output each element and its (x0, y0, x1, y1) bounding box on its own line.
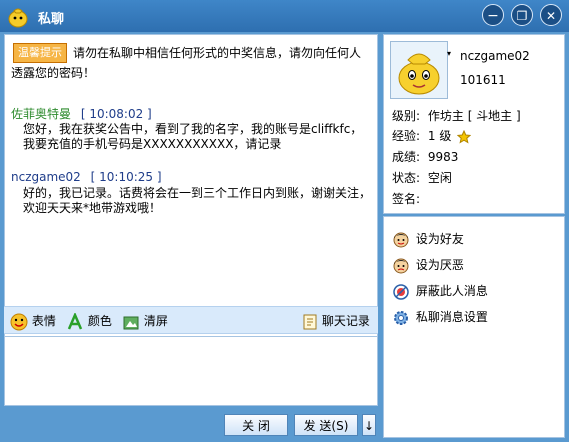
profile-level: 级别: 作坊主 [ 斗地主 ] (392, 107, 521, 124)
close-button[interactable]: 关 闭 (224, 414, 288, 436)
clear-screen-label: 清屏 (143, 314, 168, 328)
message-settings-label: 私聊消息设置 (415, 310, 488, 324)
gear-icon (394, 310, 408, 325)
money-bag-avatar-icon (398, 53, 440, 95)
notebook-icon (303, 314, 317, 329)
actions-panel: 设为好友 设为厌恶 屏蔽此人消息 私聊消息设置 (383, 216, 565, 438)
status-label: 状态: (392, 171, 421, 185)
color-label: 颜色 (87, 314, 112, 328)
block-messages-action[interactable]: 屏蔽此人消息 (392, 281, 488, 301)
profile-exp: 经验: 1 级 (392, 127, 472, 144)
chat-history-button[interactable]: 聊天记录 (302, 312, 370, 330)
message-input[interactable] (4, 336, 378, 406)
clear-screen-button[interactable]: 清屏 (122, 312, 168, 330)
score-label: 成绩: (392, 150, 421, 164)
clear-screen-icon (123, 316, 139, 329)
message-header: 佐菲奥特曼 [ 10:08:02 ] (11, 105, 152, 122)
chat-history-label: 聊天记录 (321, 314, 370, 328)
send-options-button[interactable]: ↓ (362, 414, 376, 436)
message-settings-action[interactable]: 私聊消息设置 (392, 307, 488, 327)
message-sender[interactable]: nczgame02 (11, 170, 81, 184)
message-body: 您好，我在获奖公告中，看到了我的名字，我的账号是cliffkfc，我要充值的手机… (23, 122, 363, 151)
add-blacklist-label: 设为厌恶 (415, 258, 464, 272)
avatar[interactable] (390, 41, 448, 99)
send-button[interactable]: 发 送(S) (294, 414, 358, 436)
signature-label: 签名: (392, 192, 421, 206)
exp-label: 经验: (392, 129, 421, 143)
restore-button[interactable]: ❐ (511, 4, 533, 26)
friend-face-icon (393, 232, 409, 247)
profile-panel: ▾ nczgame02 101611 级别: 作坊主 [ 斗地主 ] 经验: 1… (383, 34, 565, 214)
minimize-button[interactable]: − (482, 4, 504, 26)
font-color-icon (67, 311, 83, 329)
dislike-face-icon (393, 258, 409, 273)
message-header: nczgame02 [ 10:10:25 ] (11, 170, 162, 184)
level-value: 作坊主 [ 斗地主 ] (427, 109, 521, 123)
footer-bar: 关 闭 发 送(S) ↓ (0, 406, 382, 442)
score-value: 9983 (427, 150, 459, 164)
profile-score: 成绩: 9983 (392, 148, 458, 165)
message-body: 好的，我已记录。话费将会在一到三个工作日内到账，谢谢关注，欢迎天天来*地带游戏哦… (23, 186, 372, 215)
tip-badge: 温馨提示 (13, 43, 67, 63)
add-friend-label: 设为好友 (415, 232, 464, 246)
message-time: [ 10:10:25 ] (90, 170, 162, 184)
level-label: 级别: (392, 109, 421, 123)
smiley-icon (10, 313, 28, 330)
close-window-button[interactable]: ✕ (540, 4, 562, 26)
add-friend-action[interactable]: 设为好友 (392, 229, 464, 249)
window-title: 私聊 (38, 12, 65, 27)
block-messages-label: 屏蔽此人消息 (415, 284, 488, 298)
avatar-dropdown-icon[interactable]: ▾ (447, 49, 455, 58)
chat-toolbar: 表情 颜色 清屏 聊天记录 (4, 306, 378, 334)
profile-name: nczgame02 (460, 49, 530, 63)
profile-status: 状态: 空闲 (392, 169, 452, 186)
title-bar[interactable]: 私聊 − ❐ ✕ (0, 0, 569, 32)
message-sender[interactable]: 佐菲奥特曼 (11, 107, 71, 121)
private-chat-window: 私聊 − ❐ ✕ 请勿在私聊中相信任何形式的中奖信息，请勿向任何人透露您的密码！… (0, 0, 569, 442)
emoji-label: 表情 (31, 314, 56, 328)
status-value: 空闲 (427, 171, 452, 185)
add-blacklist-action[interactable]: 设为厌恶 (392, 255, 464, 275)
star-icon (456, 129, 472, 144)
profile-id: 101611 (460, 73, 506, 87)
color-button[interactable]: 颜色 (66, 311, 112, 330)
exp-value: 1 级 (427, 129, 452, 143)
emoji-button[interactable]: 表情 (10, 312, 56, 330)
money-bag-icon (8, 8, 28, 28)
block-icon (393, 283, 409, 300)
profile-signature: 签名: (392, 190, 420, 207)
message-time: [ 10:08:02 ] (80, 107, 152, 121)
